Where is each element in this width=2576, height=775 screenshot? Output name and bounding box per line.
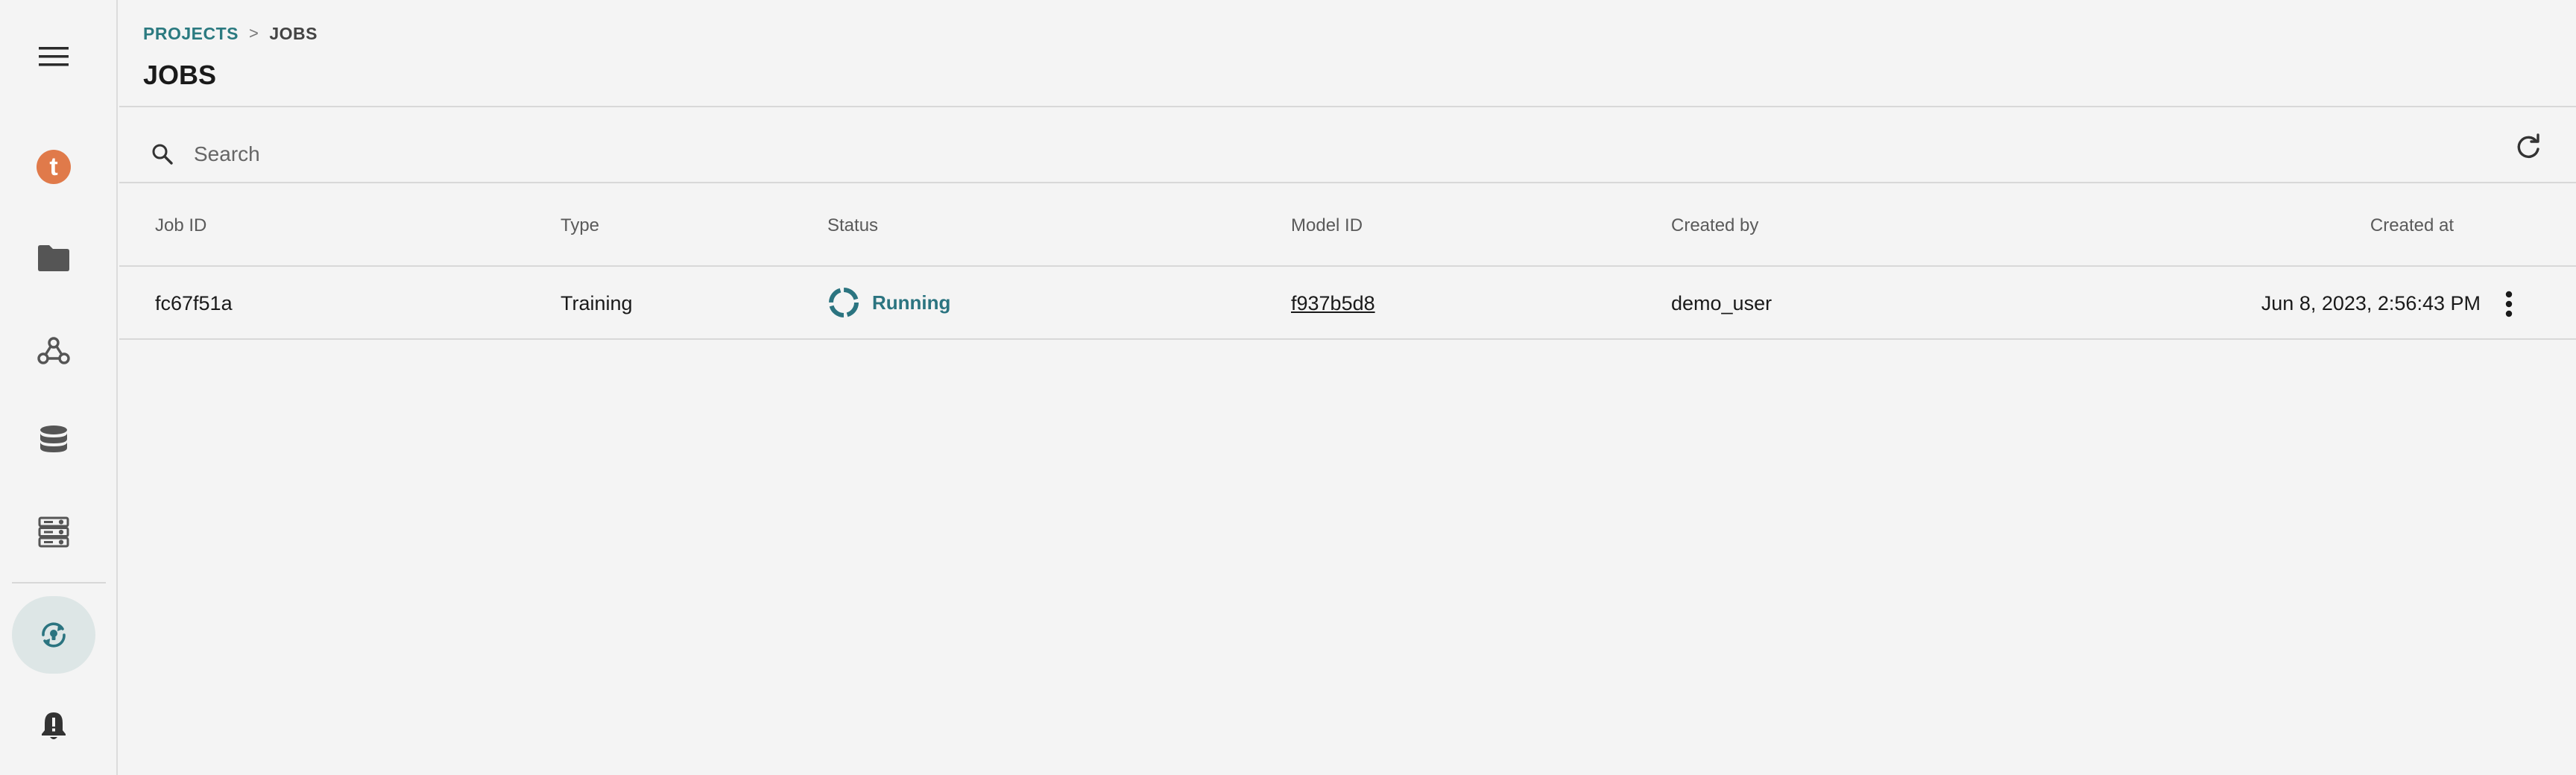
sidebar-item-datasets[interactable] [12, 402, 95, 480]
bell-alert-icon [42, 712, 66, 739]
t-logo-icon: t [37, 150, 71, 184]
breadcrumb: PROJECTS > JOBS [143, 24, 318, 43]
cell-job-id: fc67f51a [155, 292, 233, 314]
column-header-job-id[interactable]: Job ID [155, 215, 206, 236]
breadcrumb-separator: > [248, 24, 259, 42]
cell-created-at: Jun 8, 2023, 2:56:43 PM [2261, 292, 2481, 314]
model-id-link[interactable]: f937b5d8 [1291, 292, 1375, 315]
refresh-icon [2517, 133, 2539, 159]
sidebar-item-integrations[interactable] [12, 311, 95, 389]
sidebar-item-projects[interactable] [12, 219, 95, 297]
column-header-type[interactable]: Type [561, 215, 599, 236]
sidebar-item-jobs[interactable] [12, 596, 95, 674]
search-icon [152, 144, 173, 165]
sidebar-item-notifications[interactable] [12, 687, 95, 765]
refresh-button[interactable] [2510, 130, 2546, 165]
column-header-created-at[interactable]: Created at [2370, 215, 2454, 236]
sidebar-divider [12, 582, 106, 583]
toolbar-divider [119, 182, 2576, 183]
cell-created-by: demo_user [1671, 292, 1772, 314]
running-spinner-icon [829, 288, 859, 317]
hamburger-menu-icon [39, 47, 69, 66]
app: t PROJECTS > JOBS JOBS Search Job ID Typ… [0, 0, 2576, 775]
table-header-divider [119, 265, 2576, 267]
column-header-model-id[interactable]: Model ID [1291, 215, 1363, 236]
server-rack-icon [38, 516, 69, 548]
search-input[interactable] [194, 137, 1088, 171]
database-icon [40, 426, 67, 452]
table-row-divider [119, 338, 2576, 340]
header-divider [119, 106, 2576, 107]
breadcrumb-projects-link[interactable]: PROJECTS [143, 24, 239, 44]
cell-type: Training [561, 292, 633, 314]
column-header-status[interactable]: Status [827, 215, 878, 236]
refresh-lightbulb-icon [42, 622, 66, 648]
page-title: JOBS [143, 60, 217, 90]
row-actions-button[interactable] [2494, 288, 2524, 320]
more-vertical-icon [2505, 291, 2513, 317]
breadcrumb-current: JOBS [269, 23, 318, 43]
cell-status: Running [827, 286, 950, 319]
column-header-created-by[interactable]: Created by [1671, 215, 1758, 236]
status-label: Running [872, 291, 951, 314]
sidebar-item-models[interactable] [12, 493, 95, 571]
sidebar-item-tenant[interactable]: t [12, 128, 95, 206]
main-content: PROJECTS > JOBS JOBS Job ID Type Status … [119, 0, 2576, 775]
sidebar: t [0, 0, 118, 775]
webhook-icon [37, 337, 70, 364]
folder-icon [38, 245, 69, 271]
menu-button[interactable] [12, 18, 95, 95]
